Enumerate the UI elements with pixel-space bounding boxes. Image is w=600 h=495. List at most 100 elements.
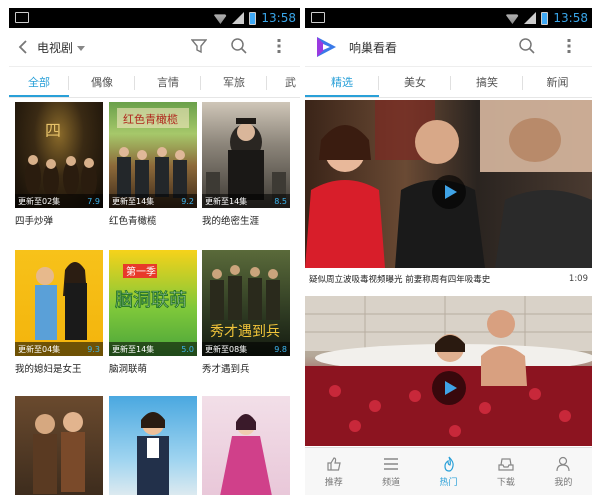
tab-label: 新闻 [546, 76, 569, 89]
top-bar: 响巢看看 [305, 28, 592, 66]
play-icon[interactable] [432, 371, 466, 405]
gallery-notification-icon [15, 12, 29, 23]
video-thumbnail [305, 100, 592, 268]
poster-image: 更新至04集 9.3 [15, 250, 103, 356]
drama-title: 红色青橄榄 [109, 216, 157, 227]
page-title[interactable]: 电视剧 [37, 39, 73, 56]
nav-label: 热门 [439, 477, 458, 488]
hot-videos-screen: 13:58 响巢看看 精选 美女 搞笑 新闻 疑似周立波吸毒视频曝光 前妻称周有… [305, 8, 592, 495]
drama-card[interactable]: 红色青橄榄 更新至14集 9.2 红色青橄榄 [109, 102, 197, 227]
signal-icon [524, 12, 537, 24]
channel-tabs: 精选 美女 搞笑 新闻 [305, 66, 592, 98]
nav-label: 我的 [554, 477, 573, 488]
poster-image: 第一季 脑洞联萌 更新至14集 5.0 [109, 250, 197, 356]
status-bar: 13:58 [9, 8, 300, 28]
flame-icon [440, 456, 458, 472]
poster-image [109, 396, 197, 495]
video-thumbnail [305, 296, 592, 446]
tab-label: 偶像 [91, 76, 113, 89]
drama-card[interactable]: 四 更新至02集 7.9 四手炒弹 [15, 102, 103, 227]
poster-image: 四 更新至02集 7.9 [15, 102, 103, 208]
rating: 8.5 [274, 196, 287, 206]
wifi-icon [213, 14, 228, 24]
tab-wuxia[interactable]: 武 [267, 67, 300, 97]
drama-title: 脑洞联萌 [109, 364, 148, 375]
video-duration: 1:09 [568, 274, 588, 284]
tab-news[interactable]: 新闻 [523, 67, 592, 97]
tab-label: 美女 [404, 76, 426, 89]
update-status: 更新至14集 [112, 344, 155, 354]
tab-label: 搞笑 [476, 76, 498, 89]
rating: 9.8 [274, 344, 287, 354]
nav-recommend[interactable]: 推荐 [305, 448, 362, 495]
video-title: 疑似周立波吸毒视频曝光 前妻称周有四年吸毒史 [309, 275, 491, 285]
video-card[interactable]: 疑似周立波吸毒视频曝光 前妻称周有四年吸毒史 1:09 [305, 100, 592, 290]
play-icon[interactable] [432, 175, 466, 209]
user-icon [554, 456, 572, 472]
more-vertical-icon[interactable] [270, 37, 288, 55]
tab-label: 全部 [28, 76, 50, 89]
update-status: 更新至02集 [18, 196, 61, 206]
update-status: 更新至14集 [205, 196, 248, 206]
tab-idol[interactable]: 偶像 [69, 67, 135, 97]
drama-card[interactable]: 更新至14集 8.5 我的绝密生涯 [202, 102, 290, 227]
drama-card[interactable]: 秀才遇到兵 更新至08集 9.8 秀才遇到兵 [202, 250, 290, 375]
tab-military[interactable]: 军旅 [201, 67, 267, 97]
tab-all[interactable]: 全部 [9, 67, 69, 97]
poster-image: 更新至14集 8.5 [202, 102, 290, 208]
tab-romance[interactable]: 言情 [135, 67, 201, 97]
poster-image [202, 396, 290, 495]
update-status: 更新至04集 [18, 344, 61, 354]
rating: 7.9 [87, 196, 100, 206]
drama-card[interactable]: 第一季 脑洞联萌 更新至14集 5.0 脑洞联萌 [109, 250, 197, 375]
drama-card[interactable]: 更新至04集 9.3 我的媳妇是女王 [15, 250, 103, 375]
more-vertical-icon[interactable] [560, 37, 578, 55]
nav-hot[interactable]: 热门 [420, 448, 477, 495]
tab-funny[interactable]: 搞笑 [451, 67, 523, 97]
search-icon[interactable] [230, 37, 248, 55]
rating: 9.2 [181, 196, 194, 206]
wifi-icon [505, 14, 520, 24]
update-status: 更新至14集 [112, 196, 155, 206]
drama-card[interactable] [15, 396, 103, 495]
gallery-notification-icon [311, 12, 325, 23]
top-bar: 电视剧 [9, 28, 300, 66]
rating: 5.0 [181, 344, 194, 354]
nav-channels[interactable]: 频道 [362, 448, 419, 495]
tab-beauty[interactable]: 美女 [379, 67, 451, 97]
app-name: 响巢看看 [349, 40, 398, 55]
back-icon[interactable] [13, 37, 33, 57]
poster-title-text: 秀才遇到兵 [210, 324, 280, 340]
drama-card[interactable] [202, 396, 290, 495]
bottom-nav: 推荐 频道 热门 下载 我的 [305, 447, 592, 495]
search-icon[interactable] [518, 37, 536, 55]
nav-download[interactable]: 下载 [477, 448, 534, 495]
status-time: 13:58 [261, 11, 296, 25]
status-bar: 13:58 [305, 8, 592, 28]
poster-title-text: 脑洞联萌 [115, 290, 187, 311]
video-card[interactable] [305, 296, 592, 446]
update-status: 更新至08集 [205, 344, 248, 354]
battery-icon [249, 11, 257, 25]
tab-label: 精选 [331, 76, 353, 89]
drama-title: 秀才遇到兵 [202, 364, 250, 375]
filter-icon[interactable] [190, 37, 208, 55]
drama-card[interactable] [109, 396, 197, 495]
nav-label: 下载 [496, 477, 515, 488]
tab-label: 言情 [157, 76, 179, 89]
tab-featured[interactable]: 精选 [305, 67, 379, 97]
chevron-down-icon[interactable] [77, 45, 86, 51]
list-icon [382, 456, 400, 472]
nav-label: 频道 [382, 477, 401, 488]
svg-text:四: 四 [45, 121, 61, 140]
battery-icon [541, 11, 549, 25]
tab-label: 武 [285, 76, 296, 89]
nav-me[interactable]: 我的 [535, 448, 592, 495]
app-logo-icon [317, 37, 336, 57]
nav-label: 推荐 [324, 477, 343, 488]
poster-season-text: 第一季 [126, 265, 156, 278]
thumbs-up-icon [325, 456, 343, 472]
tv-drama-screen: 13:58 电视剧 全部 偶像 言情 军旅 武 四 更新至02集 7.9 四手炒… [9, 8, 300, 495]
download-tray-icon [497, 456, 515, 472]
drama-title: 四手炒弹 [15, 216, 54, 227]
